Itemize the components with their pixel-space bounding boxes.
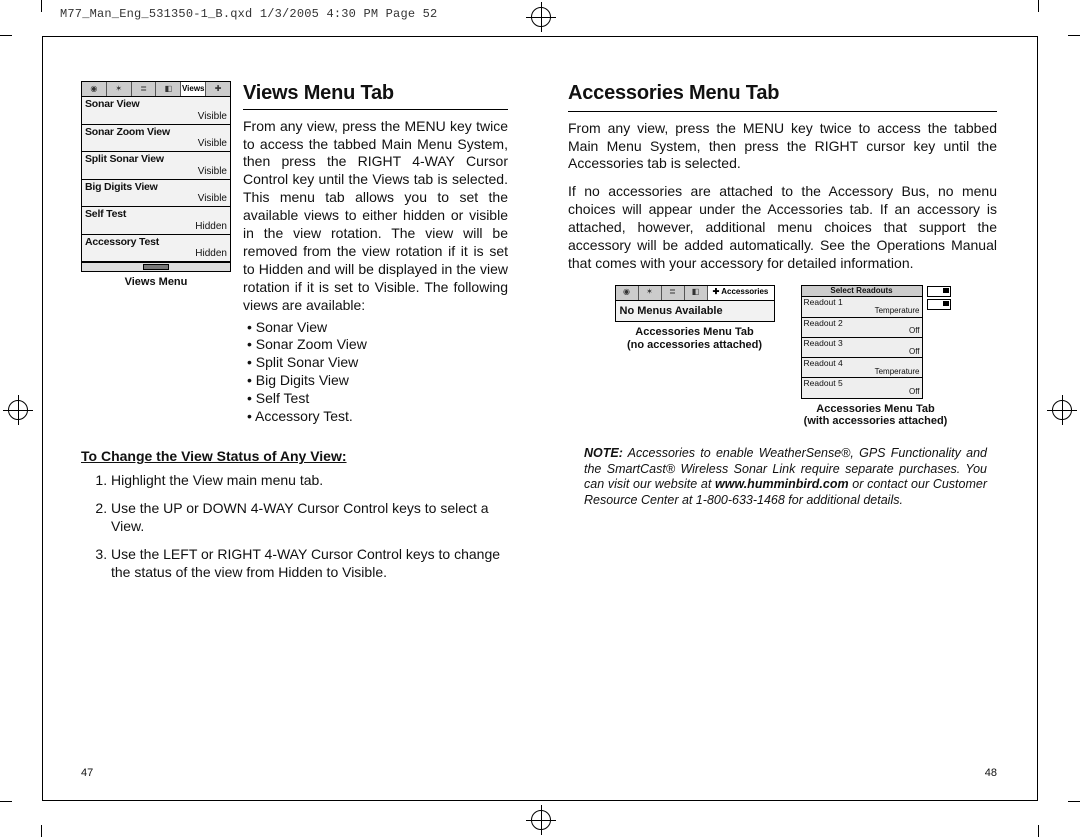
crop-mark bbox=[0, 35, 12, 36]
heading-rule bbox=[568, 111, 997, 112]
readouts-row-value: Off bbox=[804, 388, 920, 396]
views-bullet: Big Digits View bbox=[247, 372, 508, 390]
tab-icon: ◧ bbox=[685, 286, 708, 300]
print-job-header: M77_Man_Eng_531350-1_B.qxd 1/3/2005 4:30… bbox=[60, 7, 437, 21]
crop-mark bbox=[41, 0, 42, 12]
views-bullet: Split Sonar View bbox=[247, 354, 508, 372]
readouts-header: Select Readouts bbox=[802, 286, 922, 297]
registration-mark bbox=[531, 810, 551, 830]
crop-mark bbox=[1038, 0, 1039, 12]
views-bullet: Accessory Test. bbox=[247, 408, 508, 426]
heading-rule bbox=[243, 109, 508, 110]
accessories-paragraph-2: If no accessories are attached to the Ac… bbox=[568, 183, 997, 273]
page-number-left: 47 bbox=[81, 766, 93, 780]
crop-mark bbox=[0, 801, 12, 802]
tab-views: Views bbox=[181, 82, 206, 96]
views-bullet: Self Test bbox=[247, 390, 508, 408]
views-menu-row-name: Self Test bbox=[85, 209, 227, 221]
readouts-row-name: Readout 2 bbox=[804, 319, 920, 328]
readouts-row: Readout 4 Temperature bbox=[802, 358, 922, 378]
readouts-row: Readout 5 Off bbox=[802, 378, 922, 397]
accessories-none-caption: Accessories Menu Tab(no accessories atta… bbox=[615, 326, 775, 351]
views-bullet-list: Sonar View Sonar Zoom View Split Sonar V… bbox=[243, 319, 508, 426]
views-menu-row-name: Sonar View bbox=[85, 99, 227, 111]
views-menu-row-value: Visible bbox=[85, 166, 227, 177]
tab-accessories: ✚ Accessories bbox=[708, 286, 774, 300]
change-view-step: Highlight the View main menu tab. bbox=[111, 472, 508, 490]
page-number-right: 48 bbox=[985, 766, 997, 780]
legend-cell-icon bbox=[927, 286, 951, 297]
views-bullet: Sonar View bbox=[247, 319, 508, 337]
tab-icon: ◧ bbox=[156, 82, 181, 96]
readouts-row-name: Readout 3 bbox=[804, 339, 920, 348]
accessories-paragraph-1: From any view, press the MENU key twice … bbox=[568, 120, 997, 174]
views-menu-row-value: Hidden bbox=[85, 221, 227, 232]
accessories-none-body: No Menus Available bbox=[616, 301, 774, 321]
views-menu-screenshot: ◉ ✶ ≣ ◧ Views ✚ Sonar View Visible S bbox=[81, 81, 231, 289]
views-intro-text: From any view, press the MENU key twice … bbox=[243, 118, 508, 315]
legend-cell-icon bbox=[927, 299, 951, 310]
readouts-row: Readout 2 Off bbox=[802, 318, 922, 338]
crop-mark bbox=[1068, 801, 1080, 802]
views-bullet: Sonar Zoom View bbox=[247, 336, 508, 354]
registration-mark bbox=[8, 400, 28, 420]
content-area: ◉ ✶ ≣ ◧ Views ✚ Sonar View Visible S bbox=[43, 37, 1037, 800]
views-tab-heading: Views Menu Tab bbox=[243, 81, 508, 107]
note-url: www.humminbird.com bbox=[715, 477, 849, 491]
readouts-row-value: Temperature bbox=[804, 368, 920, 376]
accessories-attached-screenshot: Select Readouts Readout 1 Temperature Re… bbox=[801, 285, 951, 428]
tab-icon: ◉ bbox=[82, 82, 107, 96]
tab-icon: ◉ bbox=[616, 286, 639, 300]
views-menu-row-name: Split Sonar View bbox=[85, 154, 227, 166]
views-menu-row-name: Accessory Test bbox=[85, 237, 227, 249]
crop-mark bbox=[1038, 825, 1039, 837]
change-view-step: Use the UP or DOWN 4-WAY Cursor Control … bbox=[111, 500, 508, 536]
views-menu-row-value: Hidden bbox=[85, 248, 227, 259]
views-menu-row-name: Big Digits View bbox=[85, 182, 227, 194]
views-menu-tabbar: ◉ ✶ ≣ ◧ Views ✚ bbox=[82, 82, 230, 97]
views-menu-row-name: Sonar Zoom View bbox=[85, 127, 227, 139]
crop-mark bbox=[41, 825, 42, 837]
tab-icon: ≣ bbox=[132, 82, 157, 96]
readouts-row-name: Readout 5 bbox=[804, 379, 920, 388]
tab-icon: ≣ bbox=[662, 286, 685, 300]
crop-mark bbox=[1068, 35, 1080, 36]
accessories-note: NOTE: Accessories to enable WeatherSense… bbox=[584, 446, 987, 509]
readouts-row: Readout 3 Off bbox=[802, 338, 922, 358]
registration-mark bbox=[531, 7, 551, 27]
accessories-tab-heading: Accessories Menu Tab bbox=[568, 81, 997, 107]
views-menu-scrollbar bbox=[82, 262, 230, 271]
views-menu-row: Accessory Test Hidden bbox=[82, 235, 230, 263]
right-page: Accessories Menu Tab From any view, pres… bbox=[540, 37, 1037, 800]
readouts-row-value: Off bbox=[804, 327, 920, 335]
left-page: ◉ ✶ ≣ ◧ Views ✚ Sonar View Visible S bbox=[43, 37, 540, 800]
change-view-step: Use the LEFT or RIGHT 4-WAY Cursor Contr… bbox=[111, 546, 508, 582]
accessories-none-screenshot: ◉ ✶ ≣ ◧ ✚ Accessories No Menus Available… bbox=[615, 285, 775, 351]
readouts-legend-icons bbox=[927, 285, 951, 399]
views-menu-row-value: Visible bbox=[85, 193, 227, 204]
page: M77_Man_Eng_531350-1_B.qxd 1/3/2005 4:30… bbox=[0, 0, 1080, 837]
note-label: NOTE: bbox=[584, 446, 623, 460]
tab-icon: ✶ bbox=[107, 82, 132, 96]
readouts-row-value: Temperature bbox=[804, 307, 920, 315]
views-menu-row-value: Visible bbox=[85, 138, 227, 149]
tab-icon: ✚ bbox=[206, 82, 230, 96]
views-menu-row: Self Test Hidden bbox=[82, 207, 230, 235]
views-menu-row: Split Sonar View Visible bbox=[82, 152, 230, 180]
tab-icon: ✶ bbox=[639, 286, 662, 300]
views-menu-row: Sonar View Visible bbox=[82, 97, 230, 125]
readouts-row: Readout 1 Temperature bbox=[802, 297, 922, 317]
views-menu-row: Sonar Zoom View Visible bbox=[82, 125, 230, 153]
change-view-subhead: To Change the View Status of Any View: bbox=[81, 448, 508, 466]
views-menu-row: Big Digits View Visible bbox=[82, 180, 230, 208]
accessories-menu-tabbar: ◉ ✶ ≣ ◧ ✚ Accessories bbox=[616, 286, 774, 301]
registration-mark bbox=[1052, 400, 1072, 420]
change-view-steps: Highlight the View main menu tab. Use th… bbox=[81, 472, 508, 592]
readouts-row-value: Off bbox=[804, 348, 920, 356]
views-menu-caption: Views Menu bbox=[81, 276, 231, 289]
accessories-attached-caption: Accessories Menu Tab(with accessories at… bbox=[801, 403, 951, 428]
views-menu-row-value: Visible bbox=[85, 111, 227, 122]
